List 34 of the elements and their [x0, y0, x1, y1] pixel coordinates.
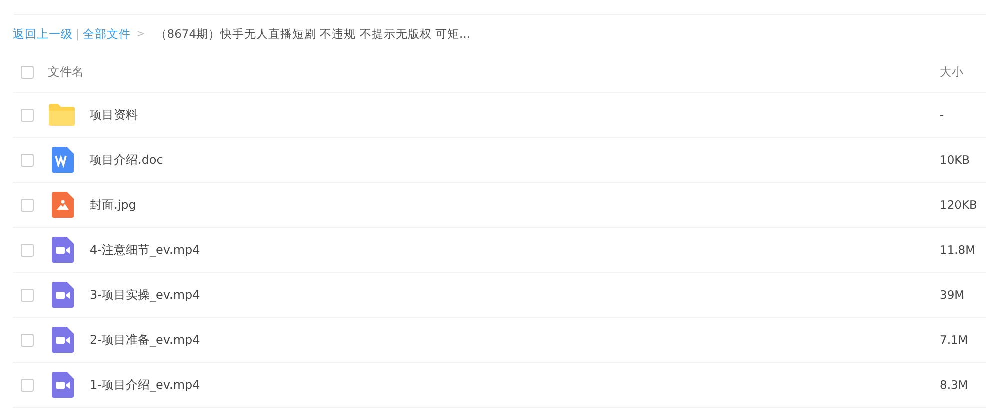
image-file-icon — [52, 192, 74, 218]
column-header: 文件名 — [48, 64, 85, 81]
row-checkbox[interactable] — [21, 244, 34, 256]
column-header: 大小 — [940, 65, 965, 80]
row-checkbox[interactable] — [21, 108, 34, 122]
file-size: 10KB — [940, 153, 972, 167]
row-checkbox[interactable] — [21, 378, 34, 392]
breadcrumb-arrow: > — [136, 28, 146, 40]
row-checkbox[interactable] — [21, 288, 34, 302]
video-file-icon — [52, 282, 74, 308]
video-file-icon — [52, 327, 74, 353]
file-size: 39M — [940, 288, 966, 302]
file-name[interactable]: 项目介绍.doc — [90, 152, 940, 168]
file-name[interactable]: 1-项目介绍_ev.mp4 — [90, 376, 940, 394]
file-size: 11.8M — [940, 243, 977, 257]
file-name[interactable]: 项目资料 — [90, 106, 940, 124]
folder-icon — [48, 103, 76, 127]
file-name[interactable]: 3-项目实操_ev.mp4 — [90, 286, 940, 304]
file-size: 7.1M — [940, 333, 970, 347]
file-name[interactable]: 4-注意细节_ev.mp4 — [90, 242, 940, 258]
row-checkbox[interactable] — [21, 154, 34, 166]
file-name[interactable]: 2-项目准备_ev.mp4 — [90, 332, 940, 348]
document-icon — [52, 147, 74, 173]
file-size: 8.3M — [940, 378, 970, 392]
video-file-icon — [52, 237, 74, 263]
video-file-icon — [52, 372, 74, 398]
breadcrumb-divider: | — [76, 27, 80, 41]
row-checkbox[interactable] — [21, 198, 34, 212]
current-folder-title: （8674期）快手无人直播短剧 不违规 不提示无版权 可矩... — [155, 26, 470, 42]
file-size: 120KB — [940, 198, 978, 212]
file-size: - — [940, 108, 946, 122]
file-name[interactable]: 封面.jpg — [90, 196, 940, 214]
select-all-checkbox[interactable] — [21, 66, 34, 79]
row-checkbox[interactable] — [21, 334, 34, 346]
